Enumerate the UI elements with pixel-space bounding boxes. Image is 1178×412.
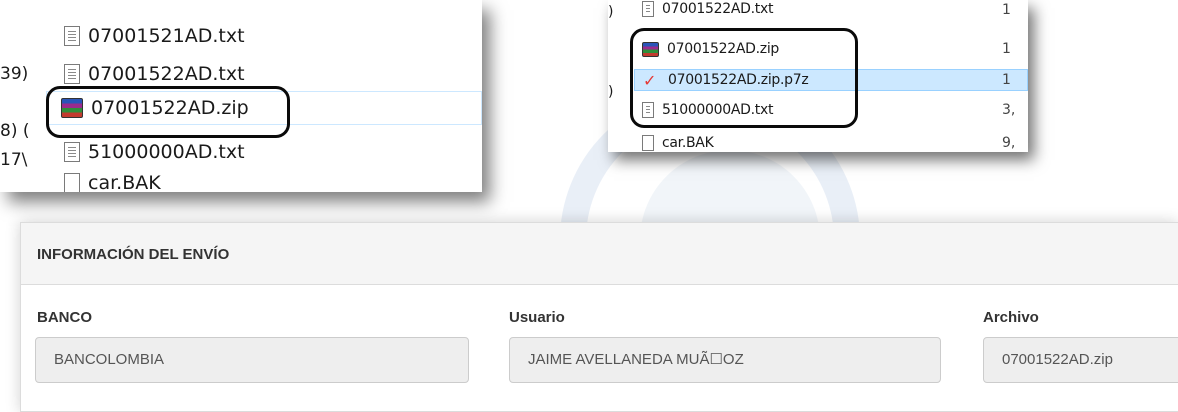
text-file-icon [64, 64, 80, 84]
explorer-screenshot-left: 39) 8) ( 17\ 07001521AD.txt 07001522AD.t… [0, 0, 482, 192]
highlight-callout [46, 86, 290, 138]
document-icon [64, 173, 80, 192]
text-file-icon [642, 1, 654, 17]
file-name: 51000000AD.txt [88, 141, 245, 163]
truncated-side-text: 17\ [0, 150, 28, 170]
panel-title: INFORMACIÓN DEL ENVÍO [37, 246, 230, 263]
file-row[interactable]: car.BAK [642, 132, 714, 152]
truncated-side-text: ) [608, 4, 614, 20]
panel-header: INFORMACIÓN DEL ENVÍO [21, 223, 1178, 285]
file-row[interactable]: 07001521AD.txt [64, 19, 245, 53]
truncated-side-text: ) [608, 84, 614, 100]
file-size: 1 [1002, 72, 1011, 88]
text-file-icon [64, 26, 80, 46]
file-size: 1 [1002, 41, 1011, 57]
explorer-screenshot-right: ) ) 07001522AD.txt 1 07001522AD.zip 1 ✓ … [608, 0, 1028, 152]
file-name: 07001522AD.txt [88, 63, 245, 85]
bank-label: BANCO [37, 309, 92, 326]
file-name: 07001522AD.txt [662, 1, 774, 17]
truncated-side-text: 39) [0, 64, 29, 84]
file-name: car.BAK [662, 135, 714, 151]
file-row[interactable]: car.BAK [64, 166, 161, 192]
file-row[interactable]: 07001522AD.txt [642, 0, 773, 20]
file-row[interactable]: 51000000AD.txt [64, 135, 245, 169]
bank-field[interactable]: BANCOLOMBIA [35, 337, 469, 383]
file-label: Archivo [983, 309, 1039, 326]
document-icon [642, 135, 654, 151]
text-file-icon [64, 142, 80, 162]
shipment-info-panel: INFORMACIÓN DEL ENVÍO BANCO BANCOLOMBIA … [20, 222, 1178, 412]
highlight-callout [630, 28, 858, 128]
file-size: 1 [1002, 2, 1011, 18]
user-field[interactable]: JAIME AVELLANEDA MUÃ☐OZ [509, 337, 941, 383]
user-label: Usuario [509, 309, 565, 326]
file-size: 9, [1002, 135, 1016, 151]
file-name: 07001521AD.txt [88, 25, 245, 47]
truncated-side-text: 8) ( [0, 121, 30, 141]
file-size: 3, [1002, 102, 1016, 118]
file-field[interactable]: 07001522AD.zip [983, 337, 1178, 383]
file-name: car.BAK [88, 172, 161, 192]
